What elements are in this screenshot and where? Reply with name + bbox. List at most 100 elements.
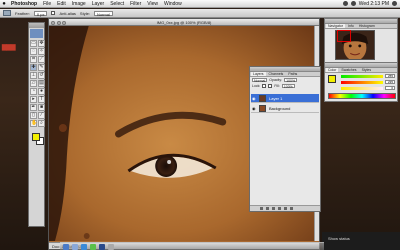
menu-view[interactable]: View — [144, 1, 161, 7]
skin-mark — [83, 233, 90, 239]
blue-value[interactable]: 0 — [385, 86, 395, 90]
tab-histogram[interactable]: Histogram — [357, 24, 377, 28]
type-tool-icon[interactable]: T — [38, 96, 45, 103]
magic-wand-tool-icon[interactable]: ✧ — [38, 48, 45, 55]
red-slider[interactable] — [341, 75, 383, 78]
crop-tool-icon[interactable]: ⌗ — [30, 56, 37, 63]
menubar-clock[interactable]: Wed 2:13 PM — [359, 1, 389, 7]
fill-input[interactable]: 100% — [281, 84, 295, 89]
hand-tool-icon[interactable]: ✋ — [30, 120, 37, 127]
color-tabs: Color Swatches Styles — [325, 68, 397, 73]
layer-mask-icon[interactable] — [272, 207, 275, 210]
lock-position-checkbox[interactable] — [268, 84, 273, 88]
tab-styles[interactable]: Styles — [360, 68, 374, 72]
lock-transparency-checkbox[interactable] — [262, 84, 267, 88]
toolbox-titlebar[interactable] — [29, 23, 44, 28]
healing-brush-tool-icon[interactable]: ✚ — [30, 64, 37, 71]
layer-row[interactable]: ◉ Background — [251, 104, 319, 113]
green-value[interactable]: 235 — [385, 80, 395, 84]
move-tool-icon[interactable]: ✥ — [38, 40, 45, 47]
blend-mode-select[interactable]: Normal — [252, 78, 268, 83]
tab-layers[interactable]: Layers — [251, 72, 266, 76]
tab-paths[interactable]: Paths — [286, 72, 299, 76]
photoshop-icon[interactable] — [99, 244, 105, 250]
menu-image[interactable]: Image — [69, 1, 89, 7]
safari-icon[interactable] — [81, 244, 87, 250]
finder-icon[interactable] — [63, 244, 69, 250]
wifi-icon[interactable] — [342, 1, 348, 6]
tab-channels[interactable]: Channels — [267, 72, 286, 76]
menu-layer[interactable]: Layer — [89, 1, 108, 7]
zoom-window-icon[interactable] — [62, 20, 66, 25]
antialias-checkbox[interactable] — [51, 11, 56, 15]
tool-grid: ▭ ✥ ◌ ✧ ⌗ ⟋ ✚ ✎ ⊥ ↺ ▱ ▤ ◔ ● ▸ T ✒ ■ ▯ ⁄ … — [29, 39, 45, 128]
minimize-window-icon[interactable] — [56, 20, 61, 25]
navigator-view-box[interactable] — [337, 30, 351, 42]
menu-file[interactable]: File — [40, 1, 54, 7]
apple-menu-icon[interactable]: ● — [0, 1, 8, 7]
notes-tool-icon[interactable]: ▯ — [30, 112, 37, 119]
show-status-item[interactable]: Show status — [328, 236, 350, 242]
tab-swatches[interactable]: Swatches — [339, 68, 358, 72]
brush-tool-icon[interactable]: ✎ — [38, 64, 45, 71]
navigator-tabs: Navigator Info Histogram — [325, 24, 397, 29]
current-tool-icon[interactable] — [3, 10, 11, 16]
document-titlebar[interactable]: IMG_0xx.jpg @ 100% (RGB/8) — [49, 19, 319, 26]
tab-info[interactable]: Info — [346, 24, 356, 28]
antialias-label: Anti-alias — [59, 10, 76, 16]
history-brush-tool-icon[interactable]: ↺ — [38, 72, 45, 79]
menu-window[interactable]: Window — [161, 1, 185, 7]
fill-label: Fill: — [274, 84, 280, 88]
visibility-eye-icon[interactable]: ◉ — [252, 96, 257, 101]
volume-icon[interactable] — [350, 1, 356, 6]
eyedropper-tool-icon[interactable]: ⁄ — [38, 112, 45, 119]
menu-edit[interactable]: Edit — [54, 1, 69, 7]
tab-navigator[interactable]: Navigator — [326, 24, 345, 28]
mail-icon[interactable] — [72, 244, 78, 250]
shape-tool-icon[interactable]: ■ — [38, 104, 45, 111]
eraser-tool-icon[interactable]: ▱ — [30, 80, 37, 87]
screen: { "menubar": { "app_name": "Photoshop", … — [0, 0, 400, 250]
color-spectrum-bar[interactable] — [328, 93, 396, 99]
green-slider[interactable] — [341, 81, 383, 84]
spotlight-icon[interactable] — [392, 1, 397, 6]
path-select-tool-icon[interactable]: ▸ — [30, 96, 37, 103]
layers-footer — [250, 205, 320, 211]
marquee-tool-icon[interactable]: ▭ — [30, 40, 37, 47]
blur-tool-icon[interactable]: ◔ — [30, 88, 37, 95]
red-value[interactable]: 255 — [385, 74, 395, 78]
foreground-color-swatch[interactable] — [32, 133, 40, 141]
dodge-tool-icon[interactable]: ● — [38, 88, 45, 95]
menu-filter[interactable]: Filter — [127, 1, 144, 7]
slice-tool-icon[interactable]: ⟋ — [38, 56, 45, 63]
link-layers-icon[interactable] — [260, 207, 263, 210]
tab-color[interactable]: Color — [326, 68, 339, 72]
visibility-eye-icon[interactable]: ◉ — [252, 106, 257, 111]
new-layer-icon[interactable] — [284, 207, 287, 210]
color-foreground-swatch[interactable] — [328, 75, 336, 83]
feather-input[interactable]: 0 px — [33, 10, 48, 17]
gradient-tool-icon[interactable]: ▤ — [38, 80, 45, 87]
toolbox-logo[interactable] — [30, 29, 43, 38]
eye-highlight — [167, 160, 172, 164]
layer-name: Layer 1 — [269, 96, 283, 101]
style-select[interactable]: Normal — [93, 10, 113, 17]
zoom-tool-icon[interactable]: ⌕ — [38, 120, 45, 127]
window-controls — [51, 20, 66, 25]
new-group-icon[interactable] — [278, 207, 281, 210]
itunes-icon[interactable] — [90, 244, 96, 250]
opacity-input[interactable]: 100% — [284, 78, 298, 83]
document-title: IMG_0xx.jpg @ 100% (RGB/8) — [156, 20, 212, 25]
blue-slider[interactable] — [341, 87, 383, 90]
lasso-tool-icon[interactable]: ◌ — [30, 48, 37, 55]
menu-app[interactable]: Photoshop — [8, 1, 40, 7]
layer-name: Background — [269, 106, 291, 111]
layer-row[interactable]: ◉ Layer 1 — [251, 94, 319, 103]
delete-layer-icon[interactable] — [290, 207, 293, 210]
trash-icon[interactable] — [108, 244, 114, 250]
pen-tool-icon[interactable]: ✒ — [30, 104, 37, 111]
close-window-icon[interactable] — [51, 20, 55, 25]
clone-stamp-tool-icon[interactable]: ⊥ — [30, 72, 37, 79]
layer-style-icon[interactable] — [266, 207, 269, 210]
menu-select[interactable]: Select — [107, 1, 127, 7]
